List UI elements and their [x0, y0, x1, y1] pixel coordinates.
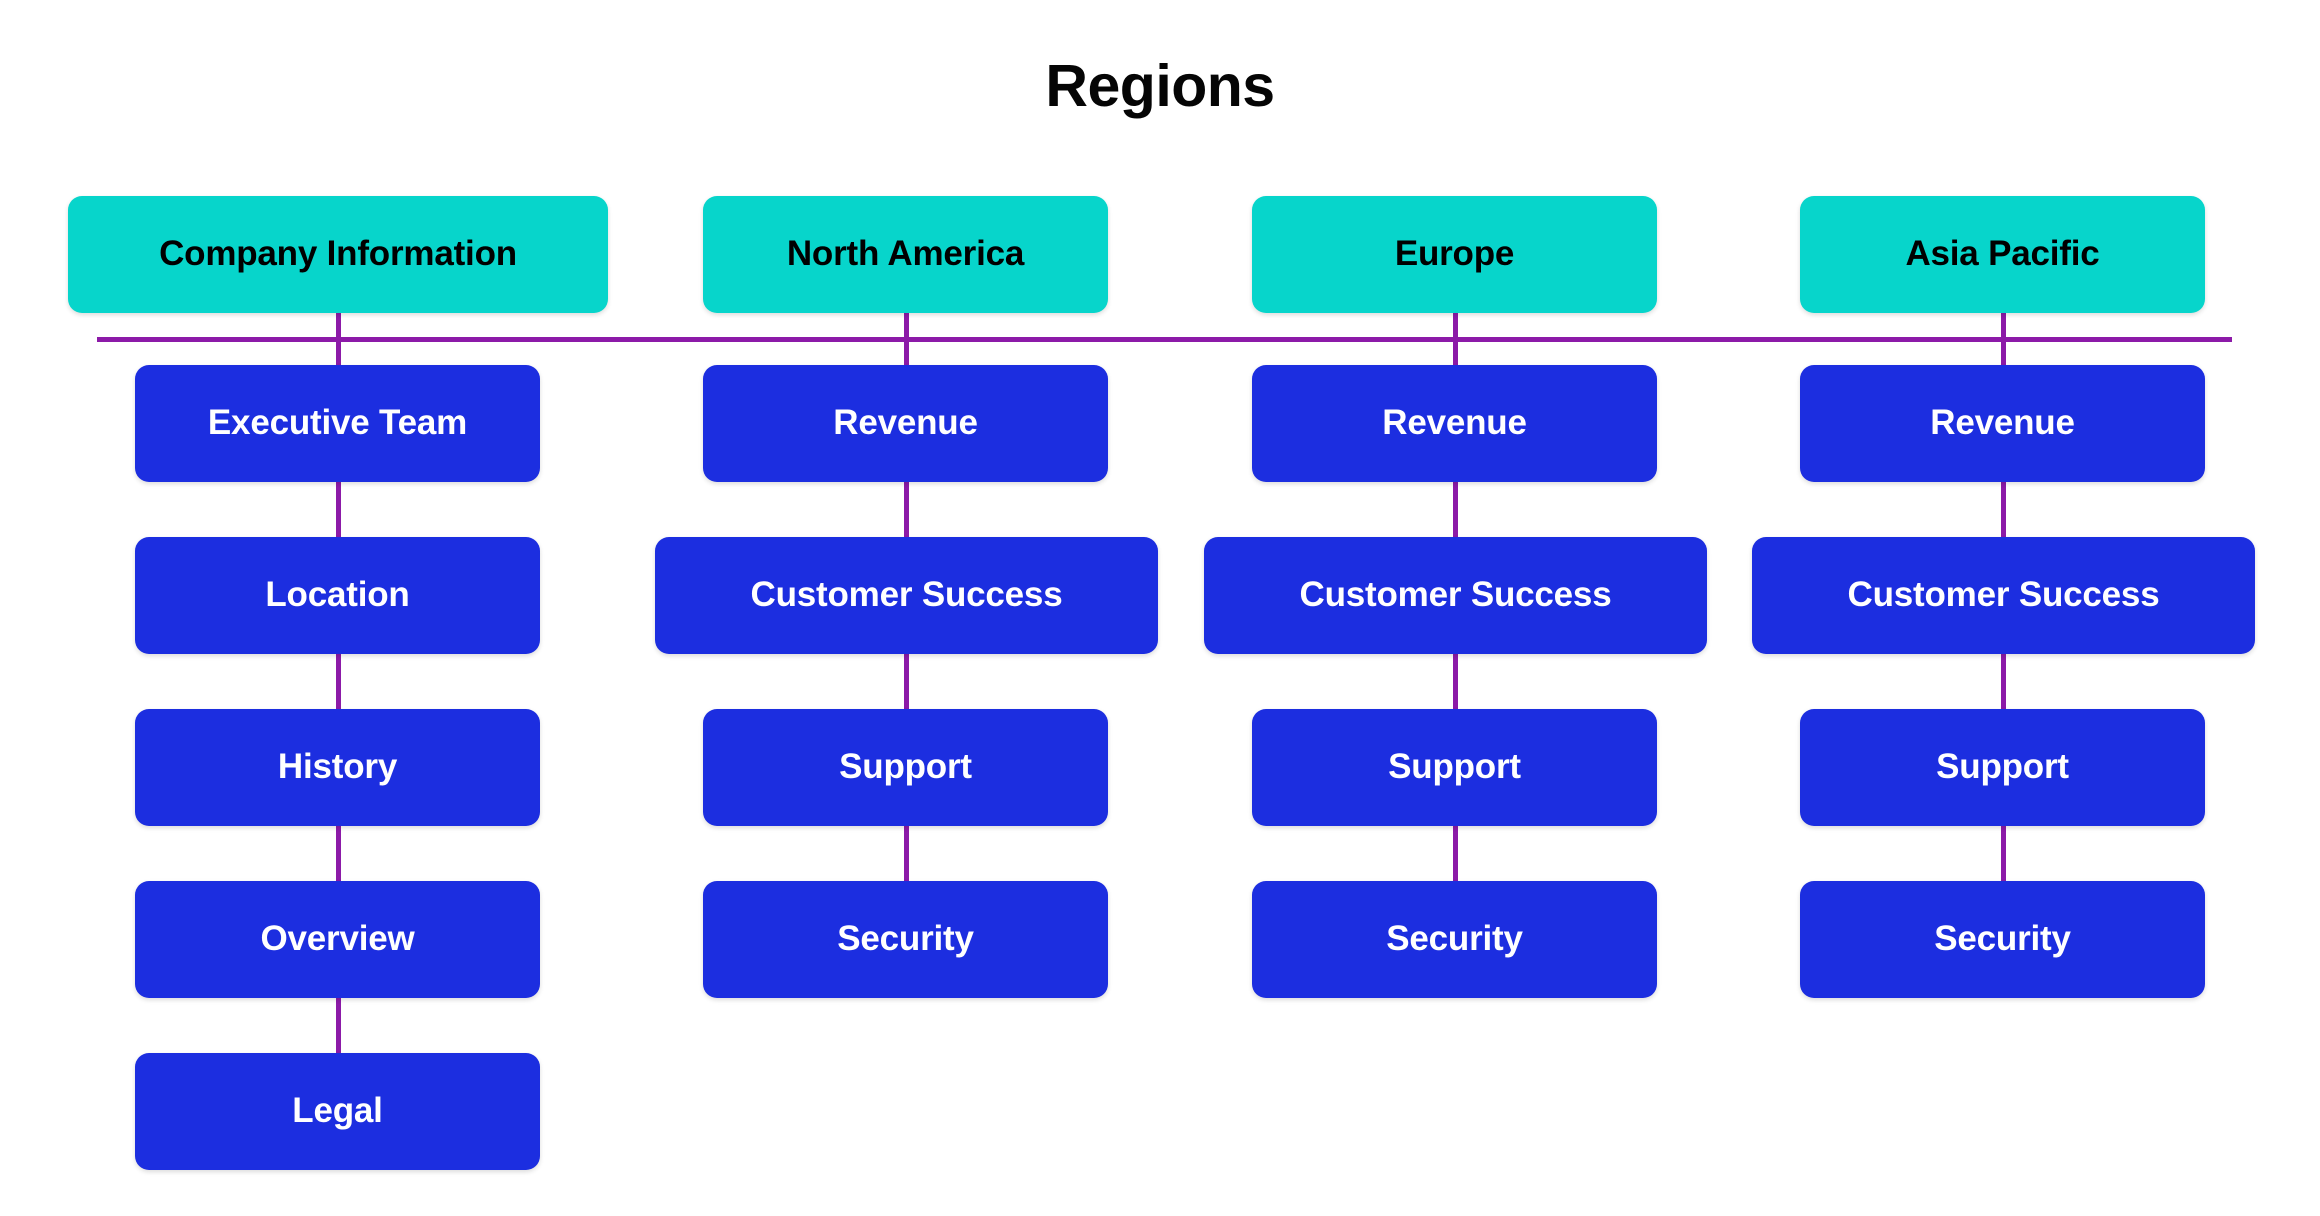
node-north-america-customer-success[interactable]: Customer Success — [655, 537, 1158, 654]
connector-north-america-to-rail — [904, 313, 909, 340]
connector-north-america-1-to-2 — [904, 654, 909, 709]
node-company-information-legal-label: Legal — [292, 1091, 383, 1131]
node-company-information-legal[interactable]: Legal — [135, 1053, 540, 1170]
connector-rail-to-north-america-child-0 — [904, 340, 909, 365]
node-north-america-support-label: Support — [839, 747, 972, 787]
node-asia-pacific-support-label: Support — [1936, 747, 2069, 787]
node-asia-pacific-revenue[interactable]: Revenue — [1800, 365, 2205, 482]
connector-company-information-to-rail — [336, 313, 341, 340]
node-company-information-executive-team[interactable]: Executive Team — [135, 365, 540, 482]
node-europe-revenue-label: Revenue — [1382, 403, 1527, 443]
node-north-america-support[interactable]: Support — [703, 709, 1108, 826]
node-europe-security[interactable]: Security — [1252, 881, 1657, 998]
org-chart-canvas: Regions Company Information Executive Tea… — [0, 0, 2320, 1216]
header-node-company-information-label: Company Information — [159, 234, 517, 274]
connector-asia-pacific-1-to-2 — [2001, 654, 2006, 709]
header-node-north-america-label: North America — [786, 234, 1025, 274]
connector-company-information-2-to-3 — [336, 826, 341, 881]
page-title: Regions — [1045, 53, 1275, 119]
connector-north-america-0-to-1 — [904, 482, 909, 537]
node-north-america-security-label: Security — [837, 919, 974, 959]
node-company-information-location[interactable]: Location — [135, 537, 540, 654]
horizontal-connector-rail — [97, 337, 2232, 342]
node-europe-customer-success[interactable]: Customer Success — [1204, 537, 1707, 654]
header-node-europe-label: Europe — [1394, 234, 1515, 274]
node-company-information-executive-team-label: Executive Team — [207, 403, 468, 443]
node-company-information-history[interactable]: History — [135, 709, 540, 826]
connector-europe-1-to-2 — [1453, 654, 1458, 709]
node-asia-pacific-security-label: Security — [1934, 919, 2071, 959]
node-company-information-overview[interactable]: Overview — [135, 881, 540, 998]
node-company-information-history-label: History — [277, 747, 398, 787]
node-north-america-revenue-label: Revenue — [833, 403, 978, 443]
node-europe-security-label: Security — [1386, 919, 1523, 959]
connector-asia-pacific-to-rail — [2001, 313, 2006, 340]
connector-company-information-0-to-1 — [336, 482, 341, 537]
connector-rail-to-company-information-child-0 — [336, 340, 341, 365]
node-north-america-customer-success-label: Customer Success — [750, 575, 1063, 615]
node-europe-customer-success-label: Customer Success — [1299, 575, 1612, 615]
node-company-information-overview-label: Overview — [260, 919, 415, 959]
node-europe-support-label: Support — [1388, 747, 1521, 787]
connector-rail-to-europe-child-0 — [1453, 340, 1458, 365]
connector-europe-to-rail — [1453, 313, 1458, 340]
header-node-europe[interactable]: Europe — [1252, 196, 1657, 313]
connector-rail-to-asia-pacific-child-0 — [2001, 340, 2006, 365]
connector-europe-2-to-3 — [1453, 826, 1458, 881]
node-asia-pacific-security[interactable]: Security — [1800, 881, 2205, 998]
connector-company-information-3-to-4 — [336, 998, 341, 1053]
node-asia-pacific-support[interactable]: Support — [1800, 709, 2205, 826]
connector-company-information-1-to-2 — [336, 654, 341, 709]
header-node-north-america[interactable]: North America — [703, 196, 1108, 313]
header-node-asia-pacific[interactable]: Asia Pacific — [1800, 196, 2205, 313]
connector-asia-pacific-0-to-1 — [2001, 482, 2006, 537]
node-north-america-revenue[interactable]: Revenue — [703, 365, 1108, 482]
header-node-asia-pacific-label: Asia Pacific — [1905, 234, 2100, 274]
header-node-company-information[interactable]: Company Information — [68, 196, 608, 313]
node-europe-support[interactable]: Support — [1252, 709, 1657, 826]
node-company-information-location-label: Location — [265, 575, 410, 615]
node-asia-pacific-customer-success-label: Customer Success — [1847, 575, 2160, 615]
connector-europe-0-to-1 — [1453, 482, 1458, 537]
connector-asia-pacific-2-to-3 — [2001, 826, 2006, 881]
connector-north-america-2-to-3 — [904, 826, 909, 881]
node-europe-revenue[interactable]: Revenue — [1252, 365, 1657, 482]
node-asia-pacific-revenue-label: Revenue — [1930, 403, 2075, 443]
node-north-america-security[interactable]: Security — [703, 881, 1108, 998]
node-asia-pacific-customer-success[interactable]: Customer Success — [1752, 537, 2255, 654]
